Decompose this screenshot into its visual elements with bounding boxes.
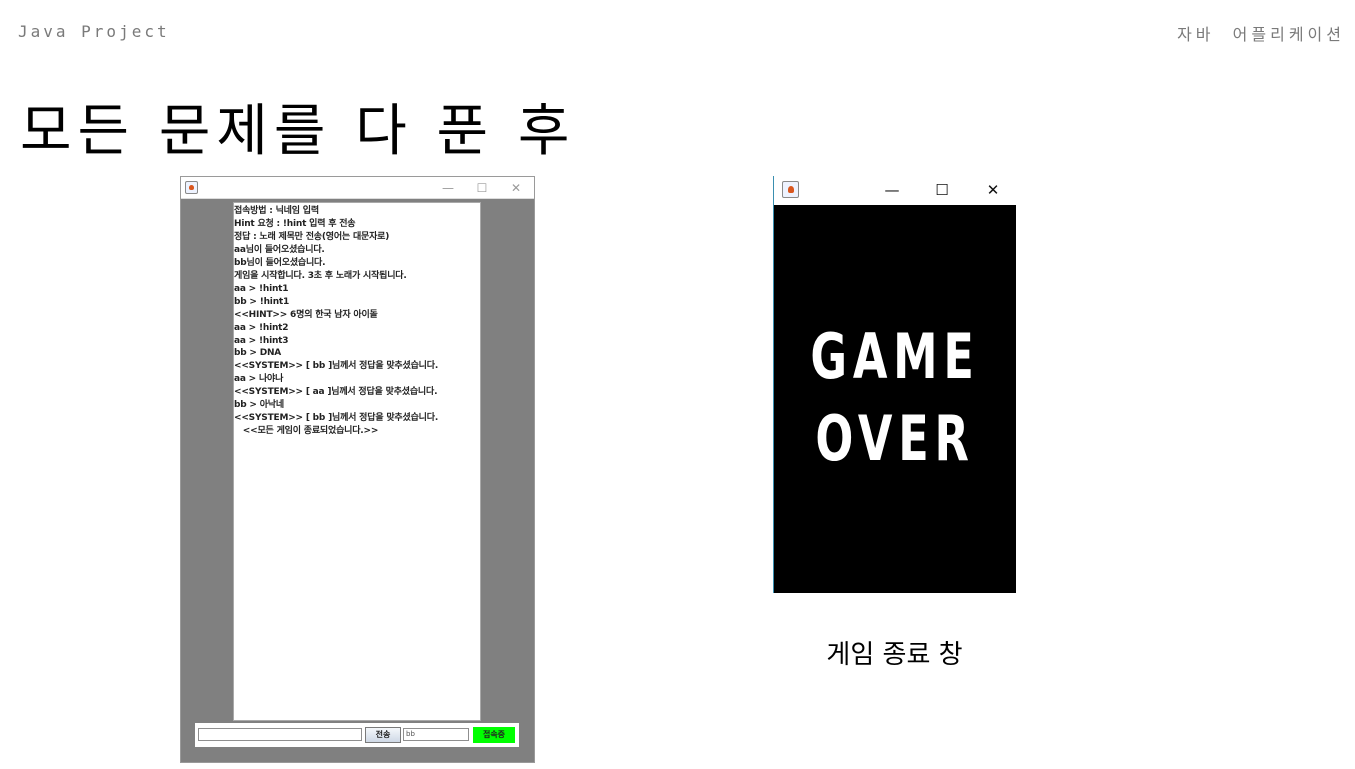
message-input[interactable] bbox=[198, 728, 362, 741]
header-project-label: Java Project bbox=[18, 22, 170, 41]
game-over-line-1: GAME bbox=[810, 320, 980, 393]
chat-log[interactable]: 접속방법 : 닉네임 입력 Hint 요청 : !hint 입력 후 전송 정답… bbox=[233, 202, 481, 721]
chat-line: bb > DNA bbox=[234, 348, 282, 359]
chat-line: <<SYSTEM>> [ aa ]님께서 정답을 맞추셨습니다. bbox=[234, 387, 438, 398]
minimize-button[interactable]: — bbox=[437, 179, 459, 197]
game-over-image: GAME OVER bbox=[808, 316, 982, 480]
chat-line: bb > !hint1 bbox=[234, 296, 290, 307]
maximize-button[interactable]: ☐ bbox=[931, 180, 953, 200]
maximize-button[interactable]: ☐ bbox=[471, 179, 493, 197]
chat-line: Hint 요청 : !hint 입력 후 전송 bbox=[234, 218, 356, 229]
chat-line: <<HINT>> 6명의 한국 남자 아이돌 bbox=[234, 309, 378, 320]
chat-line: bb님이 들어오셨습니다. bbox=[234, 257, 326, 268]
game-over-window: — ☐ ✕ GAME OVER bbox=[773, 176, 1016, 593]
slide-title: 모든 문제를 다 푼 후 bbox=[20, 99, 576, 164]
chat-line: <<SYSTEM>> [ bb ]님께서 정답을 맞추셨습니다. bbox=[234, 413, 439, 424]
nickname-input[interactable]: bb bbox=[403, 728, 469, 741]
game-window-titlebar[interactable]: — ☐ ✕ bbox=[774, 176, 1016, 205]
java-app-icon bbox=[782, 181, 799, 198]
chat-window: — ☐ ✕ 접속방법 : 닉네임 입력 Hint 요청 : !hint 입력 후… bbox=[180, 176, 535, 763]
java-app-icon bbox=[185, 181, 198, 194]
chat-line: <<SYSTEM>> [ bb ]님께서 정답을 맞추셨습니다. bbox=[234, 361, 439, 372]
chat-window-titlebar[interactable]: — ☐ ✕ bbox=[181, 177, 534, 199]
chat-line: aa님이 들어오셨습니다. bbox=[234, 244, 325, 255]
close-button[interactable]: ✕ bbox=[982, 180, 1004, 200]
close-button[interactable]: ✕ bbox=[505, 179, 527, 197]
game-over-caption: 게임 종료 창 bbox=[826, 640, 963, 670]
chat-line: aa > 나야나 bbox=[234, 374, 284, 385]
chat-line: <<모든 게임이 종료되었습니다.>> bbox=[234, 426, 379, 437]
send-button[interactable]: 전송 bbox=[365, 727, 401, 743]
chat-line: aa > !hint2 bbox=[234, 322, 289, 333]
game-over-line-2: OVER bbox=[815, 402, 975, 475]
header-subject-label: 자바 어플리케이션 bbox=[1177, 25, 1345, 44]
minimize-button[interactable]: — bbox=[881, 180, 903, 200]
chat-line: aa > !hint1 bbox=[234, 283, 289, 294]
chat-line: bb > 아낙네 bbox=[234, 400, 284, 411]
chat-input-bar: 전송 bb 접속중 bbox=[195, 723, 519, 747]
connect-status-button[interactable]: 접속중 bbox=[473, 727, 515, 743]
chat-line: 정답 : 노래 제목만 전송(영어는 대문자로) bbox=[234, 231, 390, 242]
chat-line: 접속방법 : 닉네임 입력 bbox=[234, 206, 319, 216]
chat-line: 게임을 시작합니다. 3초 후 노래가 시작됩니다. bbox=[234, 270, 407, 281]
chat-line: aa > !hint3 bbox=[234, 335, 289, 346]
